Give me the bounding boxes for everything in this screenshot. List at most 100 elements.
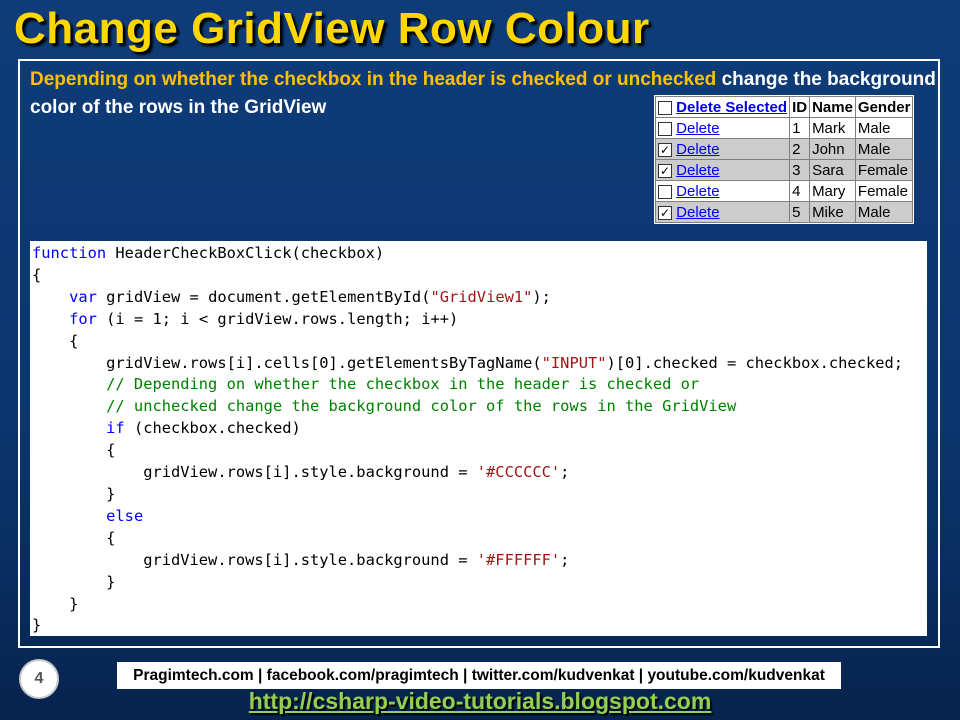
header-checkbox[interactable]	[658, 100, 672, 115]
code-line: // Depending on whether the checkbox in …	[32, 374, 927, 396]
code-token: else	[106, 506, 144, 525]
code-token: gridView.rows[i].style.background =	[32, 550, 477, 569]
cell-gender: Male	[854, 117, 914, 139]
code-token: gridView.rows[i].style.background =	[32, 463, 477, 482]
gridview-table: Delete Selected ID Name Gender Delete 1 Ma…	[654, 96, 914, 223]
code-token: gridView = document.getElementById(	[96, 287, 431, 306]
gridview-example: Delete Selected ID Name Gender Delete 1 Ma…	[654, 95, 915, 224]
code-line: else	[32, 506, 927, 528]
code-token: // unchecked change the background color…	[32, 397, 737, 416]
row-select-cell: ✓ Delete	[654, 201, 791, 223]
cell-id: 1	[789, 117, 811, 139]
delete-link[interactable]: Delete	[676, 183, 719, 200]
code-token: HeaderCheckBoxClick(checkbox)	[106, 244, 385, 262]
code-line: }	[32, 594, 927, 616]
code-token: )[0].checked = checkbox.checked;	[606, 353, 904, 372]
code-token: for	[69, 309, 97, 328]
cell-id: 2	[789, 138, 811, 160]
code-token: '#FFFFFF'	[476, 550, 561, 569]
table-row: ✓ Delete 2 John Male	[654, 138, 914, 160]
blog-link[interactable]: http://csharp-video-tutorials.blogspot.c…	[0, 688, 960, 715]
code-token: ;	[560, 550, 570, 569]
cell-id: 3	[789, 159, 811, 181]
code-line: {	[32, 528, 927, 550]
code-listing: function HeaderCheckBoxClick(checkbox){ …	[30, 243, 927, 636]
slide-title: Change GridView Row Colour	[14, 4, 650, 53]
code-token: }	[32, 484, 116, 503]
code-line: for (i = 1; i < gridView.rows.length; i+…	[32, 309, 927, 331]
table-row: Delete 1 Mark Male	[654, 117, 914, 139]
code-line: gridView.rows[i].style.background = '#CC…	[32, 462, 927, 484]
code-token: );	[532, 287, 551, 306]
code-token: function	[32, 244, 107, 262]
code-token: }	[32, 572, 116, 591]
cell-gender: Male	[854, 138, 914, 160]
row-select-cell: ✓ Delete	[654, 159, 791, 181]
header-name: Name	[809, 96, 856, 118]
row-checkbox[interactable]	[658, 184, 672, 199]
code-line: }	[32, 572, 927, 594]
code-line: gridView.rows[i].cells[0].getElementsByT…	[32, 353, 927, 375]
delete-link[interactable]: Delete	[676, 204, 719, 221]
cell-gender: Female	[854, 180, 914, 202]
table-row: ✓ Delete 3 Sara Female	[654, 159, 914, 181]
cell-name: Mary	[809, 180, 856, 202]
code-line: function HeaderCheckBoxClick(checkbox)	[32, 243, 927, 265]
description-highlight: Depending on whether the checkbox in the…	[30, 69, 717, 90]
row-select-cell: Delete	[654, 180, 791, 202]
delete-link[interactable]: Delete	[676, 141, 719, 158]
code-line: if (checkbox.checked)	[32, 418, 927, 440]
row-checkbox[interactable]	[658, 121, 672, 136]
code-token: {	[32, 331, 79, 350]
row-select-cell: ✓ Delete	[654, 138, 791, 160]
code-token: {	[32, 441, 116, 460]
code-token: ;	[560, 463, 570, 482]
code-line: gridView.rows[i].style.background = '#FF…	[32, 550, 927, 572]
table-row: ✓ Delete 5 Mike Male	[654, 201, 914, 223]
code-token: }	[32, 616, 42, 635]
code-line: {	[32, 440, 927, 462]
row-checkbox[interactable]: ✓	[658, 163, 672, 178]
code-token: {	[32, 265, 42, 284]
code-token: }	[32, 594, 79, 613]
code-token: '#CCCCCC'	[476, 463, 561, 482]
code-line: {	[32, 265, 927, 287]
cell-id: 4	[789, 180, 811, 202]
code-token: (i = 1; i < gridView.rows.length; i++)	[96, 309, 459, 328]
code-token: var	[69, 287, 97, 306]
header-select-cell: Delete Selected	[654, 96, 791, 118]
code-token: // Depending on whether the checkbox in …	[32, 375, 700, 394]
code-block: function HeaderCheckBoxClick(checkbox){ …	[30, 241, 927, 636]
delete-link[interactable]: Delete	[676, 162, 719, 179]
row-checkbox[interactable]: ✓	[658, 142, 672, 157]
row-select-cell: Delete	[654, 117, 791, 139]
delete-link[interactable]: Delete	[676, 120, 719, 137]
code-line: {	[32, 331, 927, 353]
header-id: ID	[789, 96, 811, 118]
cell-name: Mike	[809, 201, 856, 223]
code-token: if	[106, 419, 125, 438]
cell-name: John	[809, 138, 856, 160]
code-line: var gridView = document.getElementById("…	[32, 287, 927, 309]
code-token: {	[32, 528, 116, 547]
code-token: gridView.rows[i].cells[0].getElementsByT…	[32, 353, 542, 372]
social-links-bar: Pragimtech.com | facebook.com/pragimtech…	[117, 662, 841, 689]
cell-gender: Female	[854, 159, 914, 181]
cell-gender: Male	[854, 201, 914, 223]
row-checkbox[interactable]: ✓	[658, 205, 672, 220]
code-line: // unchecked change the background color…	[32, 396, 927, 418]
cell-id: 5	[789, 201, 811, 223]
table-row: Delete 4 Mary Female	[654, 180, 914, 202]
code-token: (checkbox.checked)	[124, 419, 301, 438]
gridview-header-row: Delete Selected ID Name Gender	[654, 96, 914, 118]
code-token: "INPUT"	[541, 353, 607, 372]
code-line: }	[32, 615, 927, 636]
delete-selected-link[interactable]: Delete Selected	[676, 99, 787, 116]
code-token: "GridView1"	[430, 287, 533, 306]
cell-name: Sara	[809, 159, 856, 181]
code-line: }	[32, 484, 927, 506]
